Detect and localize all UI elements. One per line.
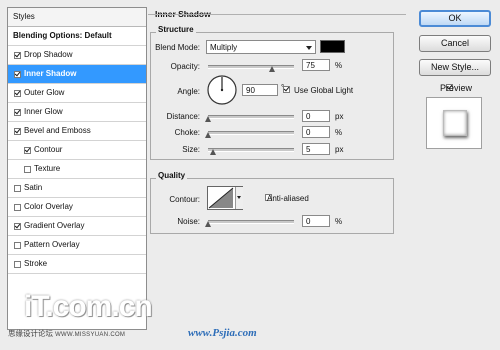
style-item-pattern-overlay[interactable]: Pattern Overlay <box>8 236 146 255</box>
choke-field[interactable]: 0 <box>302 126 330 138</box>
distance-label: Distance: <box>166 112 200 121</box>
style-item-color-overlay[interactable]: Color Overlay <box>8 198 146 217</box>
noise-slider-thumb[interactable] <box>205 221 211 227</box>
size-unit: px <box>335 145 344 154</box>
contour-picker[interactable] <box>207 186 243 210</box>
preview-thumbnail <box>426 97 482 149</box>
style-checkbox[interactable] <box>14 260 21 268</box>
style-item-label: Blending Options: Default <box>13 31 112 40</box>
size-label: Size: <box>182 145 200 154</box>
preview-swatch <box>443 110 467 136</box>
styles-list: Styles Blending Options: Default Drop Sha… <box>7 7 147 330</box>
style-item-gradient-overlay[interactable]: Gradient Overlay <box>8 217 146 236</box>
style-checkbox[interactable] <box>14 203 21 211</box>
structure-title: Structure <box>156 25 196 34</box>
style-item-label: Inner Glow <box>24 107 63 116</box>
style-checkbox[interactable] <box>14 70 21 78</box>
choke-slider-track[interactable] <box>208 131 294 135</box>
use-global-light-checkbox[interactable] <box>283 86 290 93</box>
opacity-field[interactable]: 75 <box>302 59 330 71</box>
watermark-left-url: WWW.MISSYUAN.COM <box>55 332 126 338</box>
style-checkbox[interactable] <box>14 51 21 59</box>
style-checkbox[interactable] <box>24 146 31 154</box>
style-item-texture[interactable]: Texture <box>8 160 146 179</box>
style-item-outer-glow[interactable]: Outer Glow <box>8 84 146 103</box>
distance-slider-thumb[interactable] <box>205 116 211 122</box>
size-slider-track[interactable] <box>208 148 294 152</box>
blend-mode-select[interactable]: Multiply <box>206 40 316 54</box>
watermark-left-chinese: 思缘设计论坛 <box>8 329 53 338</box>
quality-title: Quality <box>156 171 188 180</box>
style-item-label: Drop Shadow <box>24 50 73 59</box>
opacity-slider-track[interactable] <box>208 65 294 69</box>
watermark-right-url: www.Psjia.com <box>188 327 257 339</box>
style-checkbox[interactable] <box>14 89 21 97</box>
angle-label: Angle: <box>177 87 200 96</box>
style-item-label: Stroke <box>24 259 48 268</box>
style-item-stroke[interactable]: Stroke <box>8 255 146 274</box>
style-item-label: Color Overlay <box>24 202 73 211</box>
new-style-button[interactable]: New Style... <box>419 59 491 76</box>
style-item-label: Texture <box>34 164 61 173</box>
style-item-label: Inner Shadow <box>24 69 77 78</box>
blend-mode-value: Multiply <box>210 43 238 52</box>
style-checkbox[interactable] <box>24 165 31 173</box>
contour-linear-icon <box>208 187 234 209</box>
style-checkbox[interactable] <box>14 241 21 249</box>
style-checkbox[interactable] <box>14 127 21 135</box>
opacity-unit: % <box>335 61 343 70</box>
style-checkbox[interactable] <box>14 184 21 192</box>
ok-button[interactable]: OK <box>419 10 491 27</box>
chevron-down-icon <box>306 46 312 50</box>
shadow-color-swatch[interactable] <box>320 40 345 53</box>
contour-label: Contour: <box>169 195 200 204</box>
noise-slider-track[interactable] <box>208 220 294 224</box>
style-item-label: Gradient Overlay <box>24 221 85 230</box>
choke-label: Choke: <box>174 128 200 137</box>
distance-unit: px <box>335 112 344 121</box>
style-checkbox[interactable] <box>14 222 21 230</box>
noise-unit: % <box>335 217 343 226</box>
title-divider <box>148 14 406 15</box>
watermark-logo-text: iT.com.cn <box>24 290 153 323</box>
style-item-blending-options-default[interactable]: Blending Options: Default <box>8 27 146 46</box>
noise-field[interactable]: 0 <box>302 215 330 227</box>
style-item-label: Satin <box>24 183 43 192</box>
cancel-button[interactable]: Cancel <box>419 35 491 52</box>
preview-label: Preview <box>440 83 473 93</box>
chevron-down-icon <box>237 196 241 199</box>
style-item-label: Outer Glow <box>24 88 65 97</box>
style-item-inner-shadow[interactable]: Inner Shadow <box>8 65 146 84</box>
choke-slider-thumb[interactable] <box>205 132 211 138</box>
noise-label: Noise: <box>177 217 200 226</box>
anti-aliased-label: Anti-aliased <box>267 194 309 203</box>
distance-slider-track[interactable] <box>208 115 294 119</box>
styles-header[interactable]: Styles <box>8 8 146 27</box>
angle-field[interactable]: 90 <box>242 84 278 96</box>
blend-mode-label: Blend Mode: <box>155 43 200 52</box>
opacity-slider-thumb[interactable] <box>269 66 275 72</box>
watermark-left-line: 思缘设计论坛 WWW.MISSYUAN.COM <box>8 328 125 339</box>
style-checkbox[interactable] <box>14 108 21 116</box>
style-item-label: Pattern Overlay <box>24 240 80 249</box>
style-item-inner-glow[interactable]: Inner Glow <box>8 103 146 122</box>
opacity-label: Opacity: <box>170 62 200 71</box>
size-field[interactable]: 5 <box>302 143 330 155</box>
style-item-drop-shadow[interactable]: Drop Shadow <box>8 46 146 65</box>
style-item-label: Bevel and Emboss <box>24 126 91 135</box>
distance-field[interactable]: 0 <box>302 110 330 122</box>
contour-dropdown[interactable] <box>235 187 243 209</box>
angle-dial-icon <box>207 75 237 105</box>
style-item-contour[interactable]: Contour <box>8 141 146 160</box>
use-global-light-label: Use Global Light <box>294 86 354 95</box>
style-item-bevel-and-emboss[interactable]: Bevel and Emboss <box>8 122 146 141</box>
style-item-label: Contour <box>34 145 63 154</box>
style-item-satin[interactable]: Satin <box>8 179 146 198</box>
choke-unit: % <box>335 128 343 137</box>
styles-items: Blending Options: Default Drop Shadow Inne… <box>8 27 146 274</box>
size-slider-thumb[interactable] <box>210 149 216 155</box>
angle-dial[interactable] <box>206 74 238 106</box>
